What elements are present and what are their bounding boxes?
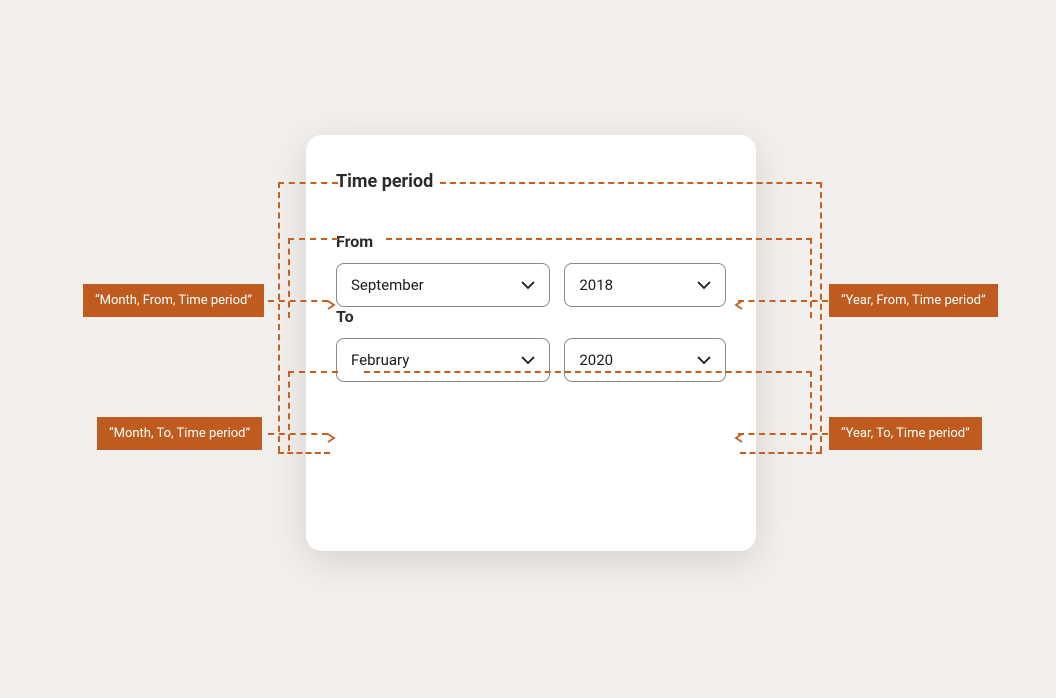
- arrow-right-icon: [326, 428, 336, 438]
- to-year-value: 2020: [579, 351, 613, 369]
- chevron-down-icon: [521, 353, 535, 367]
- annotation-from-month: “Month, From, Time period”: [83, 284, 264, 317]
- from-year-select[interactable]: 2018: [564, 263, 726, 307]
- from-group: From September 2018: [336, 232, 726, 307]
- from-month-value: September: [351, 276, 424, 294]
- from-label: From: [336, 232, 726, 251]
- guide-line: [278, 182, 338, 184]
- from-row: September 2018: [336, 263, 726, 307]
- guide-line: [268, 433, 328, 435]
- guide-line: [278, 452, 330, 454]
- guide-line: [364, 371, 812, 373]
- guide-line: [288, 371, 290, 451]
- arrow-right-icon: [326, 295, 336, 305]
- guide-line: [738, 300, 828, 302]
- guide-line: [810, 371, 812, 451]
- to-label: To: [336, 307, 726, 326]
- guide-line: [386, 238, 812, 240]
- from-year-value: 2018: [579, 276, 613, 294]
- diagram-canvas: Time period From September 2018: [0, 0, 1056, 698]
- guide-line: [288, 238, 338, 240]
- time-period-card: Time period From September 2018: [306, 135, 756, 551]
- guide-line: [810, 238, 812, 318]
- guide-line: [288, 238, 290, 318]
- arrow-left-icon: [734, 295, 744, 305]
- from-month-select[interactable]: September: [336, 263, 550, 307]
- guide-line: [288, 371, 338, 373]
- guide-line: [268, 300, 328, 302]
- annotation-to-year: “Year, To, Time period”: [829, 417, 982, 450]
- to-row: February 2020: [336, 338, 726, 382]
- arrow-left-icon: [734, 428, 744, 438]
- to-month-value: February: [351, 351, 409, 369]
- annotation-to-month: “Month, To, Time period”: [97, 417, 262, 450]
- annotation-from-year: “Year, From, Time period”: [829, 284, 998, 317]
- guide-line: [440, 182, 822, 184]
- to-month-select[interactable]: February: [336, 338, 550, 382]
- guide-line: [278, 182, 280, 452]
- chevron-down-icon: [697, 278, 711, 292]
- to-year-select[interactable]: 2020: [564, 338, 726, 382]
- guide-line: [740, 452, 822, 454]
- guide-line: [820, 182, 822, 452]
- chevron-down-icon: [521, 278, 535, 292]
- chevron-down-icon: [697, 353, 711, 367]
- guide-line: [738, 433, 828, 435]
